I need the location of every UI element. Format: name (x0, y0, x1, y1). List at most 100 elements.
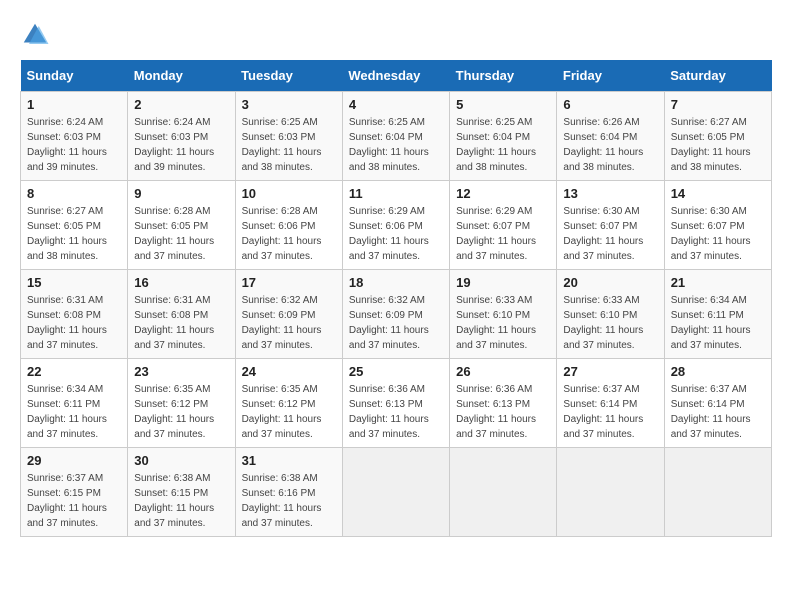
calendar-cell: 3Sunrise: 6:25 AM Sunset: 6:03 PM Daylig… (235, 92, 342, 181)
day-number: 22 (27, 364, 121, 379)
calendar-cell: 29Sunrise: 6:37 AM Sunset: 6:15 PM Dayli… (21, 448, 128, 537)
day-info: Sunrise: 6:31 AM Sunset: 6:08 PM Dayligh… (27, 293, 121, 353)
col-header-wednesday: Wednesday (342, 60, 449, 92)
calendar-cell: 13 Sunrise: 6:30 AM Sunset: 6:07 PM Dayli… (557, 181, 664, 270)
day-info: Sunrise: 6:37 AM Sunset: 6:14 PM Dayligh… (671, 382, 765, 442)
day-number: 6 (563, 97, 657, 112)
calendar-cell: 12 Sunrise: 6:29 AM Sunset: 6:07 PM Dayli… (450, 181, 557, 270)
day-info: Sunrise: 6:29 AM Sunset: 6:07 PM Dayligh… (456, 204, 550, 264)
calendar-cell: 30 Sunrise: 6:38 AM Sunset: 6:15 PM Dayli… (128, 448, 235, 537)
page-header (20, 20, 772, 50)
calendar-cell: 19 Sunrise: 6:33 AM Sunset: 6:10 PM Dayli… (450, 270, 557, 359)
calendar-week-4: 22Sunrise: 6:34 AM Sunset: 6:11 PM Dayli… (21, 359, 772, 448)
day-number: 21 (671, 275, 765, 290)
calendar-cell: 31 Sunrise: 6:38 AM Sunset: 6:16 PM Dayli… (235, 448, 342, 537)
day-info: Sunrise: 6:35 AM Sunset: 6:12 PM Dayligh… (242, 382, 336, 442)
calendar-cell: 9 Sunrise: 6:28 AM Sunset: 6:05 PM Daylig… (128, 181, 235, 270)
col-header-friday: Friday (557, 60, 664, 92)
calendar-cell: 10 Sunrise: 6:28 AM Sunset: 6:06 PM Dayli… (235, 181, 342, 270)
calendar-cell: 4 Sunrise: 6:25 AM Sunset: 6:04 PM Daylig… (342, 92, 449, 181)
calendar-cell: 8 Sunrise: 6:27 AM Sunset: 6:05 PM Daylig… (21, 181, 128, 270)
calendar-cell: 5 Sunrise: 6:25 AM Sunset: 6:04 PM Daylig… (450, 92, 557, 181)
day-number: 10 (242, 186, 336, 201)
day-info: Sunrise: 6:28 AM Sunset: 6:06 PM Dayligh… (242, 204, 336, 264)
calendar-cell: 27 Sunrise: 6:37 AM Sunset: 6:14 PM Dayli… (557, 359, 664, 448)
day-info: Sunrise: 6:33 AM Sunset: 6:10 PM Dayligh… (456, 293, 550, 353)
day-number: 17 (242, 275, 336, 290)
calendar-week-1: 1 Sunrise: 6:24 AM Sunset: 6:03 PM Daylig… (21, 92, 772, 181)
day-number: 5 (456, 97, 550, 112)
day-number: 15 (27, 275, 121, 290)
day-number: 28 (671, 364, 765, 379)
day-number: 19 (456, 275, 550, 290)
day-info: Sunrise: 6:34 AM Sunset: 6:11 PM Dayligh… (671, 293, 765, 353)
calendar-cell: 15 Sunrise: 6:31 AM Sunset: 6:08 PM Dayli… (21, 270, 128, 359)
day-info: Sunrise: 6:38 AM Sunset: 6:15 PM Dayligh… (134, 471, 228, 531)
calendar-cell: 18 Sunrise: 6:32 AM Sunset: 6:09 PM Dayli… (342, 270, 449, 359)
day-number: 4 (349, 97, 443, 112)
day-number: 7 (671, 97, 765, 112)
day-info: Sunrise: 6:24 AM Sunset: 6:03 PM Dayligh… (27, 115, 121, 175)
calendar-cell: 25 Sunrise: 6:36 AM Sunset: 6:13 PM Dayli… (342, 359, 449, 448)
calendar-table: SundayMondayTuesdayWednesdayThursdayFrid… (20, 60, 772, 537)
col-header-tuesday: Tuesday (235, 60, 342, 92)
calendar-cell: 11 Sunrise: 6:29 AM Sunset: 6:06 PM Dayli… (342, 181, 449, 270)
day-number: 14 (671, 186, 765, 201)
day-number: 2 (134, 97, 228, 112)
day-number: 24 (242, 364, 336, 379)
logo (20, 20, 54, 50)
day-info: Sunrise: 6:32 AM Sunset: 6:09 PM Dayligh… (349, 293, 443, 353)
day-info: Sunrise: 6:36 AM Sunset: 6:13 PM Dayligh… (456, 382, 550, 442)
day-info: Sunrise: 6:38 AM Sunset: 6:16 PM Dayligh… (242, 471, 336, 531)
calendar-cell: 14 Sunrise: 6:30 AM Sunset: 6:07 PM Dayli… (664, 181, 771, 270)
day-number: 12 (456, 186, 550, 201)
day-info: Sunrise: 6:33 AM Sunset: 6:10 PM Dayligh… (563, 293, 657, 353)
calendar-week-2: 8 Sunrise: 6:27 AM Sunset: 6:05 PM Daylig… (21, 181, 772, 270)
day-number: 11 (349, 186, 443, 201)
day-info: Sunrise: 6:30 AM Sunset: 6:07 PM Dayligh… (563, 204, 657, 264)
day-number: 26 (456, 364, 550, 379)
calendar-cell: 2 Sunrise: 6:24 AM Sunset: 6:03 PM Daylig… (128, 92, 235, 181)
day-info: Sunrise: 6:25 AM Sunset: 6:04 PM Dayligh… (349, 115, 443, 175)
day-info: Sunrise: 6:25 AM Sunset: 6:04 PM Dayligh… (456, 115, 550, 175)
day-number: 30 (134, 453, 228, 468)
day-number: 9 (134, 186, 228, 201)
day-number: 13 (563, 186, 657, 201)
day-info: Sunrise: 6:24 AM Sunset: 6:03 PM Dayligh… (134, 115, 228, 175)
col-header-thursday: Thursday (450, 60, 557, 92)
day-number: 1 (27, 97, 121, 112)
calendar-cell: 23 Sunrise: 6:35 AM Sunset: 6:12 PM Dayli… (128, 359, 235, 448)
day-info: Sunrise: 6:37 AM Sunset: 6:15 PM Dayligh… (27, 471, 121, 531)
day-number: 3 (242, 97, 336, 112)
day-info: Sunrise: 6:32 AM Sunset: 6:09 PM Dayligh… (242, 293, 336, 353)
day-number: 8 (27, 186, 121, 201)
day-number: 31 (242, 453, 336, 468)
day-number: 16 (134, 275, 228, 290)
calendar-cell (450, 448, 557, 537)
calendar-cell: 20 Sunrise: 6:33 AM Sunset: 6:10 PM Dayli… (557, 270, 664, 359)
calendar-cell (664, 448, 771, 537)
day-info: Sunrise: 6:31 AM Sunset: 6:08 PM Dayligh… (134, 293, 228, 353)
calendar-cell: 6 Sunrise: 6:26 AM Sunset: 6:04 PM Daylig… (557, 92, 664, 181)
calendar-week-5: 29Sunrise: 6:37 AM Sunset: 6:15 PM Dayli… (21, 448, 772, 537)
day-number: 27 (563, 364, 657, 379)
calendar-cell: 21 Sunrise: 6:34 AM Sunset: 6:11 PM Dayli… (664, 270, 771, 359)
day-number: 25 (349, 364, 443, 379)
day-info: Sunrise: 6:36 AM Sunset: 6:13 PM Dayligh… (349, 382, 443, 442)
calendar-cell: 1 Sunrise: 6:24 AM Sunset: 6:03 PM Daylig… (21, 92, 128, 181)
day-number: 20 (563, 275, 657, 290)
day-info: Sunrise: 6:30 AM Sunset: 6:07 PM Dayligh… (671, 204, 765, 264)
calendar-cell: 28 Sunrise: 6:37 AM Sunset: 6:14 PM Dayli… (664, 359, 771, 448)
day-info: Sunrise: 6:35 AM Sunset: 6:12 PM Dayligh… (134, 382, 228, 442)
day-info: Sunrise: 6:29 AM Sunset: 6:06 PM Dayligh… (349, 204, 443, 264)
day-info: Sunrise: 6:28 AM Sunset: 6:05 PM Dayligh… (134, 204, 228, 264)
day-info: Sunrise: 6:37 AM Sunset: 6:14 PM Dayligh… (563, 382, 657, 442)
day-info: Sunrise: 6:26 AM Sunset: 6:04 PM Dayligh… (563, 115, 657, 175)
day-info: Sunrise: 6:27 AM Sunset: 6:05 PM Dayligh… (27, 204, 121, 264)
logo-icon (20, 20, 50, 50)
day-number: 23 (134, 364, 228, 379)
day-info: Sunrise: 6:27 AM Sunset: 6:05 PM Dayligh… (671, 115, 765, 175)
header-row: SundayMondayTuesdayWednesdayThursdayFrid… (21, 60, 772, 92)
day-number: 18 (349, 275, 443, 290)
calendar-cell: 22Sunrise: 6:34 AM Sunset: 6:11 PM Dayli… (21, 359, 128, 448)
